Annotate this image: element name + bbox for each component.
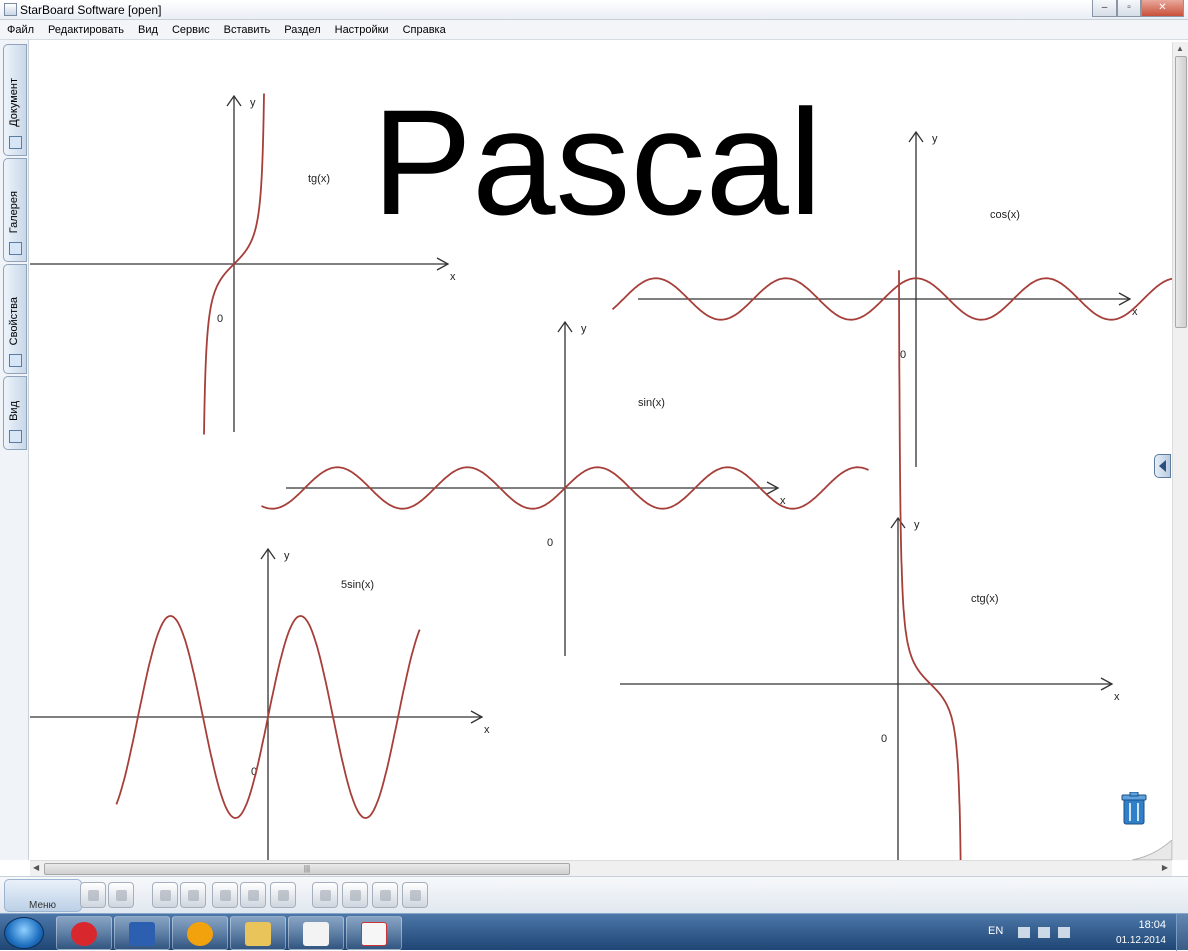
- language-indicator[interactable]: EN: [988, 925, 1003, 937]
- folder-icon: [245, 922, 271, 946]
- menu-service[interactable]: Сервис: [165, 20, 217, 40]
- yandex-icon: [71, 922, 97, 946]
- show-desktop-button[interactable]: [1176, 914, 1188, 951]
- sin-y-label: y: [581, 323, 587, 335]
- abc-net-icon: [303, 922, 329, 946]
- cos-origin-label: 0: [900, 349, 906, 361]
- cos-graph-label: cos(x): [990, 209, 1020, 221]
- ctg-y-label: y: [914, 519, 920, 531]
- 5sin-y-label: y: [284, 550, 290, 562]
- document-icon: [9, 136, 22, 149]
- taskbar-explorer[interactable]: [230, 916, 286, 950]
- menu-insert[interactable]: Вставить: [217, 20, 278, 40]
- horizontal-scrollbar[interactable]: ◀ ||| ▶: [30, 860, 1172, 876]
- floppy-icon: [129, 922, 155, 946]
- duplicate-icon[interactable]: [240, 882, 266, 908]
- undo-icon[interactable]: [80, 882, 106, 908]
- taskbar-player[interactable]: [172, 916, 228, 950]
- taskbar-yandex[interactable]: [56, 916, 112, 950]
- starboard-icon: [361, 922, 387, 946]
- tab-gallery-label: Галерея: [8, 190, 20, 233]
- player-icon: [187, 922, 213, 946]
- window-title: StarBoard Software [open]: [20, 3, 162, 17]
- page-heading: Pascal: [372, 78, 822, 246]
- 5sin-x-label: x: [484, 724, 490, 736]
- start-button[interactable]: [4, 917, 44, 949]
- taskbar-floppy[interactable]: [114, 916, 170, 950]
- arrow-left-icon: [1159, 460, 1166, 472]
- 5sin-graph-label: 5sin(x): [341, 579, 374, 591]
- ctg-graph-label: ctg(x): [971, 593, 999, 605]
- copy-icon[interactable]: [180, 882, 206, 908]
- tab-document-label: Документ: [8, 78, 20, 127]
- tg-origin-label: 0: [217, 313, 223, 325]
- ctg-curve: [898, 270, 962, 860]
- graphs-board: Pascal xy0tg(x)xy0cos(x)xy0sin(x)xy05sin…: [30, 78, 1172, 860]
- side-tab-panel: Документ Галерея Свойства Вид: [0, 40, 29, 860]
- scroll-left-icon[interactable]: ◀: [33, 863, 39, 872]
- close-button[interactable]: ✕: [1141, 0, 1184, 17]
- sin-graph-label: sin(x): [638, 397, 665, 409]
- clock-date[interactable]: 01.12.2014: [1116, 935, 1166, 946]
- tg-y-label: y: [250, 97, 256, 109]
- delete-icon[interactable]: [270, 882, 296, 908]
- tg-x-label: x: [450, 271, 456, 283]
- app-icon: [4, 3, 17, 16]
- cos-y-label: y: [932, 133, 938, 145]
- window-titlebar: StarBoard Software [open] – ▫ ✕: [0, 0, 1188, 20]
- group-icon[interactable]: [372, 882, 398, 908]
- system-tray: EN 18:04 01.12.2014: [968, 914, 1188, 951]
- menu-file[interactable]: Файл: [0, 20, 41, 40]
- scroll-up-icon[interactable]: ▲: [1176, 44, 1184, 53]
- taskbar-abc[interactable]: [288, 916, 344, 950]
- tab-properties-label: Свойства: [8, 296, 20, 345]
- tg-graph-label: tg(x): [308, 173, 330, 185]
- page-curl-icon[interactable]: [1132, 840, 1172, 860]
- bring-front-icon[interactable]: [312, 882, 338, 908]
- main-menu-label: Меню: [29, 900, 57, 911]
- whiteboard-canvas[interactable]: Pascal x y 0 tg(x) x y 0 cos(x) x y 0 sin(x) x y 0 5sin…: [30, 42, 1172, 860]
- windows-taskbar: EN 18:04 01.12.2014: [0, 913, 1188, 951]
- collapse-panel-button[interactable]: [1154, 454, 1171, 478]
- vertical-scrollbar[interactable]: ▲: [1172, 42, 1188, 860]
- menu-settings[interactable]: Настройки: [328, 20, 396, 40]
- menu-section[interactable]: Раздел: [277, 20, 327, 40]
- scroll-right-icon[interactable]: ▶: [1162, 863, 1168, 872]
- ctg-origin-label: 0: [881, 733, 887, 745]
- gallery-icon: [9, 242, 22, 255]
- vertical-scroll-thumb[interactable]: [1175, 56, 1187, 328]
- cut-icon[interactable]: [152, 882, 178, 908]
- redo-icon[interactable]: [108, 882, 134, 908]
- main-menu-button[interactable]: Меню: [4, 879, 82, 912]
- tab-view[interactable]: Вид: [3, 376, 27, 450]
- maximize-button[interactable]: ▫: [1117, 0, 1141, 17]
- paste-icon[interactable]: [212, 882, 238, 908]
- flag-icon[interactable]: [1018, 927, 1030, 938]
- taskbar-starboard[interactable]: [346, 916, 402, 950]
- clock-time[interactable]: 18:04: [1138, 919, 1166, 931]
- network-icon[interactable]: [1038, 927, 1050, 938]
- trash-icon[interactable]: [1121, 792, 1147, 826]
- rotate-icon[interactable]: [402, 882, 428, 908]
- menu-help[interactable]: Справка: [396, 20, 453, 40]
- volume-icon[interactable]: [1058, 927, 1070, 938]
- minimize-button[interactable]: –: [1092, 0, 1117, 17]
- magnifier-icon: [9, 430, 22, 443]
- sin-origin-label: 0: [547, 537, 553, 549]
- tab-properties[interactable]: Свойства: [3, 264, 27, 374]
- tab-document[interactable]: Документ: [3, 44, 27, 156]
- menu-view[interactable]: Вид: [131, 20, 165, 40]
- send-back-icon[interactable]: [342, 882, 368, 908]
- tab-view-label: Вид: [8, 401, 20, 421]
- menu-edit[interactable]: Редактировать: [41, 20, 131, 40]
- horizontal-scroll-thumb[interactable]: |||: [44, 863, 570, 875]
- tab-gallery[interactable]: Галерея: [3, 158, 27, 262]
- bottom-toolbar: Меню: [0, 876, 1188, 913]
- ctg-x-label: x: [1114, 691, 1120, 703]
- properties-icon: [9, 354, 22, 367]
- menu-bar: Файл Редактировать Вид Сервис Вставить Раздел…: [0, 20, 1188, 40]
